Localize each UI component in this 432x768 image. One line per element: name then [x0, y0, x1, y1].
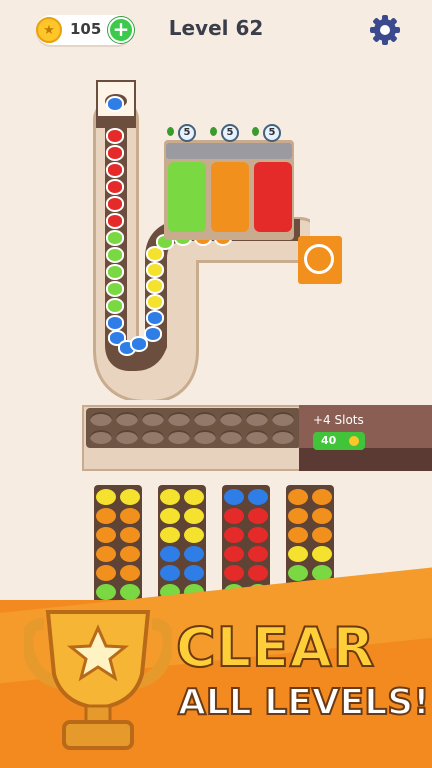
- cup-red: [224, 527, 244, 543]
- cup-blue: [160, 546, 180, 562]
- cup-orange: [96, 508, 116, 524]
- cup-red: [224, 546, 244, 562]
- cup-yellow: [160, 527, 180, 543]
- cup-yellow: [184, 508, 204, 524]
- cup-yellow: [184, 489, 204, 505]
- trophy-icon: [24, 610, 172, 750]
- cup-red: [224, 565, 244, 581]
- cup-red: [248, 546, 268, 562]
- cup-orange: [120, 546, 140, 562]
- cup-yellow: [184, 527, 204, 543]
- cup-blue: [184, 565, 204, 581]
- cup-orange: [288, 527, 308, 543]
- cup-yellow: [312, 546, 332, 562]
- cup-orange: [312, 489, 332, 505]
- cup-yellow: [288, 546, 308, 562]
- cup-blue: [248, 489, 268, 505]
- cup-orange: [288, 489, 308, 505]
- cup-red: [224, 508, 244, 524]
- cup-blue: [224, 489, 244, 505]
- cup-orange: [120, 508, 140, 524]
- cup-blue: [184, 546, 204, 562]
- cup-orange: [288, 508, 308, 524]
- banner-title: CLEAR: [175, 615, 376, 680]
- cup-yellow: [96, 489, 116, 505]
- cup-red: [248, 527, 268, 543]
- cup-orange: [312, 527, 332, 543]
- cup-green: [288, 565, 308, 581]
- cup-red: [248, 565, 268, 581]
- cup-orange: [96, 546, 116, 562]
- cup-yellow: [160, 508, 180, 524]
- cup-orange: [96, 527, 116, 543]
- cup-red: [248, 508, 268, 524]
- cup-orange: [312, 508, 332, 524]
- banner-subtitle: ALL LEVELS!: [177, 681, 431, 724]
- cup-yellow: [160, 489, 180, 505]
- cup-orange: [120, 565, 140, 581]
- cup-orange: [96, 565, 116, 581]
- cup-yellow: [120, 489, 140, 505]
- cup-orange: [120, 527, 140, 543]
- cup-blue: [160, 565, 180, 581]
